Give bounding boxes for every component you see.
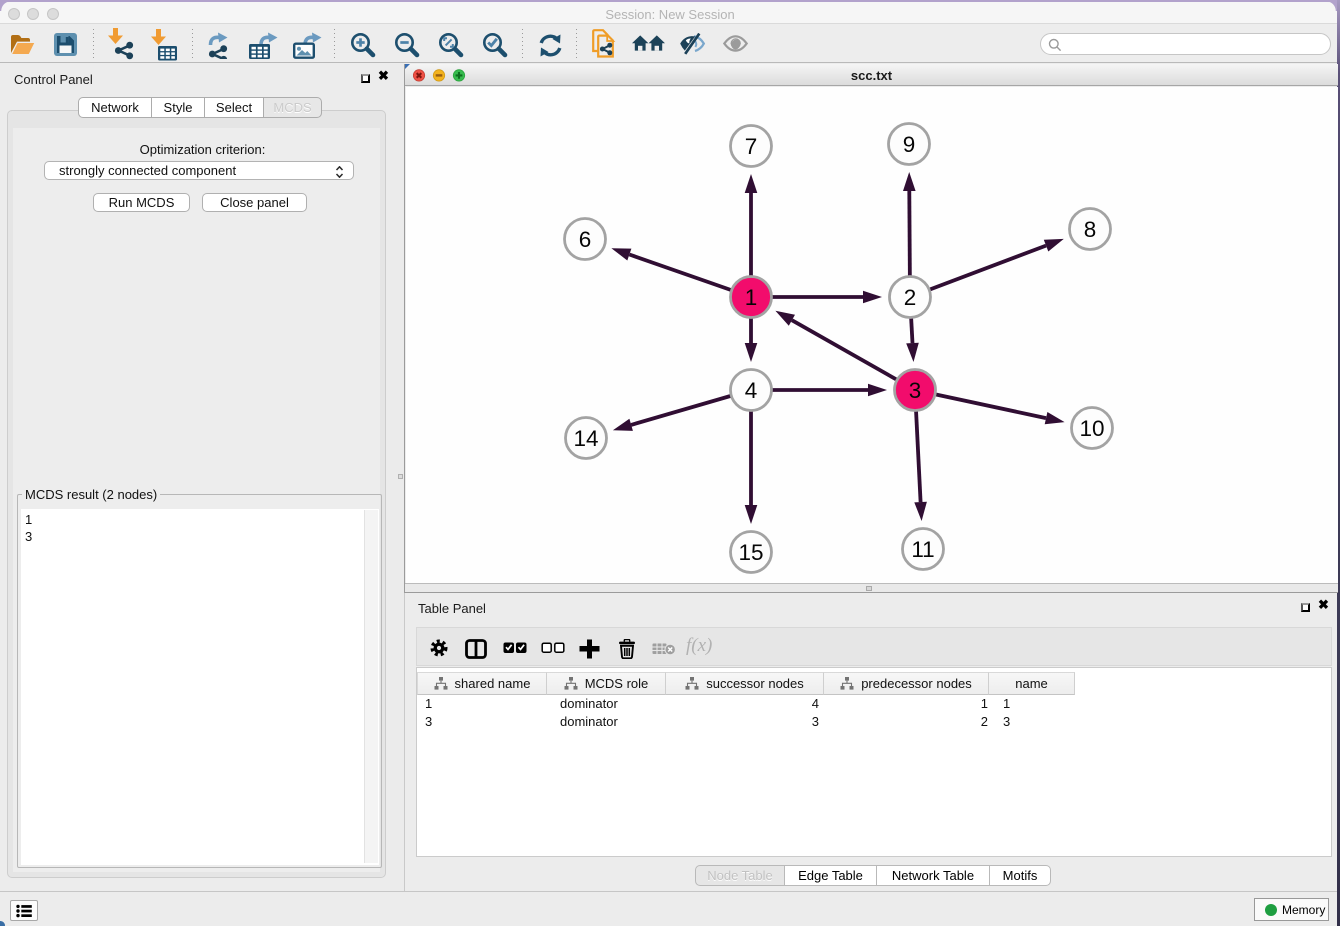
svg-text:7: 7 bbox=[745, 134, 758, 159]
svg-text:2: 2 bbox=[904, 285, 917, 310]
svg-text:8: 8 bbox=[1084, 217, 1097, 242]
svg-text:11: 11 bbox=[911, 537, 934, 562]
svg-text:4: 4 bbox=[745, 378, 758, 403]
svg-text:3: 3 bbox=[909, 378, 922, 403]
svg-text:1: 1 bbox=[745, 285, 758, 310]
svg-text:15: 15 bbox=[738, 540, 763, 565]
svg-text:9: 9 bbox=[903, 132, 916, 157]
svg-text:10: 10 bbox=[1079, 416, 1104, 441]
svg-text:14: 14 bbox=[573, 426, 598, 451]
svg-text:6: 6 bbox=[579, 227, 592, 252]
